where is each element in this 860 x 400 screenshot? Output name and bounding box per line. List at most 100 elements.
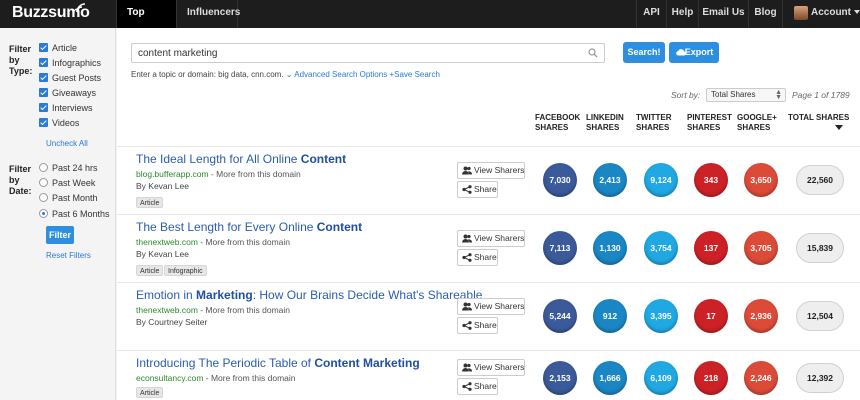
- col-line: PINTEREST: [687, 113, 732, 122]
- cloud-icon: [676, 49, 686, 56]
- share-button[interactable]: Share: [457, 317, 498, 334]
- result-title-link[interactable]: The Ideal Length for All Online Content: [136, 152, 346, 166]
- col-pinterest-shares[interactable]: PINTEREST SHARES: [687, 113, 732, 133]
- by-prefix: By: [136, 317, 149, 327]
- col-linkedin-shares[interactable]: LINKEDIN SHARES: [586, 113, 624, 133]
- twitter-shares-badge: 6,109: [644, 361, 678, 395]
- date-radio-6months[interactable]: Past 6 Months: [39, 208, 110, 220]
- search-icon[interactable]: [588, 48, 598, 58]
- option-label: Giveaways: [52, 88, 97, 98]
- uncheck-all-link[interactable]: Uncheck All: [46, 139, 88, 148]
- view-sharers-button[interactable]: View Sharers: [457, 230, 526, 247]
- advanced-label: Advanced Search Options: [294, 70, 388, 79]
- author-name[interactable]: Courtney Seiter: [148, 317, 207, 327]
- filter-by-type-label: Filter by Type:: [9, 44, 32, 77]
- radio-selected-icon: [39, 209, 48, 218]
- view-sharers-button[interactable]: View Sharers: [457, 298, 526, 315]
- share-button[interactable]: Share: [457, 249, 498, 266]
- users-icon: [462, 302, 472, 311]
- hint-text: Enter a topic or domain: big data, cnn.c…: [131, 70, 284, 79]
- nav-help[interactable]: Help: [666, 0, 698, 28]
- content-type-tag: Article: [136, 197, 164, 208]
- sort-desc-icon[interactable]: [835, 125, 843, 130]
- type-checkbox-article[interactable]: Article: [39, 42, 77, 54]
- nav-blog[interactable]: Blog: [748, 0, 782, 28]
- advanced-search-link[interactable]: ⌄ Advanced Search Options: [286, 70, 387, 79]
- buzzsumo-logo[interactable]: Buzzsumo: [12, 3, 90, 22]
- domain-link[interactable]: econsultancy.com: [136, 373, 203, 383]
- reset-filters-link[interactable]: Reset Filters: [46, 251, 91, 260]
- type-checkbox-giveaways[interactable]: Giveaways: [39, 87, 97, 99]
- share-button[interactable]: Share: [457, 378, 498, 395]
- date-radio-week[interactable]: Past Week: [39, 177, 96, 189]
- share-icon: [462, 382, 472, 391]
- label-line: by: [9, 55, 20, 65]
- search-box[interactable]: [131, 43, 605, 63]
- type-checkbox-infographics[interactable]: Infographics: [39, 57, 102, 69]
- result-domain: thenextweb.com - More from this domain: [136, 305, 290, 315]
- nav-api[interactable]: API: [636, 0, 666, 28]
- search-input[interactable]: [138, 46, 578, 60]
- chevron-down-icon: [854, 10, 860, 14]
- export-button[interactable]: Export: [669, 42, 719, 63]
- title-highlight: Marketing: [196, 288, 253, 302]
- view-sharers-button[interactable]: View Sharers: [457, 162, 526, 179]
- checkbox-checked-icon: [39, 43, 48, 52]
- total-shares-badge: 15,839: [796, 233, 844, 263]
- result-title-link[interactable]: Introducing The Periodic Table of Conten…: [136, 356, 420, 370]
- view-sharers-button[interactable]: View Sharers: [457, 359, 526, 376]
- more-from-domain-link[interactable]: - More from this domain: [209, 169, 301, 179]
- table-row: The Ideal Length for All Online Content …: [117, 146, 860, 214]
- domain-link[interactable]: blog.bufferapp.com: [136, 169, 209, 179]
- filter-sidebar: Filter by Type: Article Infographics Gue…: [0, 28, 116, 400]
- label-line: Date:: [9, 186, 32, 196]
- type-checkbox-interviews[interactable]: Interviews: [39, 102, 93, 114]
- sort-select[interactable]: Total Shares ▲ ▼: [706, 88, 786, 102]
- users-icon: [462, 363, 472, 372]
- date-radio-24hrs[interactable]: Past 24 hrs: [39, 162, 98, 174]
- option-label: Past Week: [52, 178, 96, 188]
- save-search-link[interactable]: +Save Search: [389, 70, 439, 79]
- linkedin-shares-badge: 2,413: [593, 163, 627, 197]
- type-checkbox-videos[interactable]: Videos: [39, 117, 79, 129]
- tab-top-content[interactable]: Top Content: [116, 0, 176, 44]
- col-facebook-shares[interactable]: FACEBOOK SHARES: [535, 113, 580, 133]
- domain-link[interactable]: thenextweb.com: [136, 305, 198, 315]
- tab-influencers[interactable]: Influencers: [176, 0, 240, 28]
- domain-link[interactable]: thenextweb.com: [136, 237, 198, 247]
- result-title-link[interactable]: The Best Length for Every Online Content: [136, 220, 362, 234]
- more-from-domain-link[interactable]: - More from this domain: [198, 305, 290, 315]
- share-button[interactable]: Share: [457, 181, 498, 198]
- facebook-shares-badge: 2,153: [543, 361, 577, 395]
- result-domain: blog.bufferapp.com - More from this doma…: [136, 169, 301, 179]
- type-checkbox-guest-posts[interactable]: Guest Posts: [39, 72, 101, 84]
- result-title-link[interactable]: Emotion in Marketing: How Our Brains Dec…: [136, 288, 482, 302]
- chevron-down-icon: ⌄: [285, 70, 293, 79]
- col-google-shares[interactable]: GOOGLE+ SHARES: [737, 113, 777, 133]
- button-label: View Sharers: [474, 362, 525, 372]
- col-twitter-shares[interactable]: TWITTER SHARES: [636, 113, 672, 133]
- filter-button[interactable]: Filter: [46, 226, 74, 244]
- date-radio-month[interactable]: Past Month: [39, 192, 98, 204]
- twitter-shares-badge: 3,395: [644, 299, 678, 333]
- option-label: Infographics: [52, 58, 102, 68]
- button-label: View Sharers: [474, 165, 525, 175]
- author-name[interactable]: Kevan Lee: [148, 181, 189, 191]
- content-type-tag: Infographic: [164, 265, 207, 276]
- more-from-domain-link[interactable]: - More from this domain: [203, 373, 296, 383]
- more-from-domain-link[interactable]: - More from this domain: [198, 237, 290, 247]
- button-label: Share: [474, 252, 497, 262]
- search-button[interactable]: Search!: [623, 42, 665, 63]
- total-shares-badge: 22,560: [796, 165, 844, 195]
- share-icon: [462, 185, 472, 194]
- title-highlight: Content Marketing: [314, 356, 420, 370]
- avatar[interactable]: [794, 6, 808, 20]
- radio-icon: [39, 163, 48, 172]
- title-highlight: Content: [316, 220, 363, 234]
- main-content: Search! Export Enter a topic or domain: …: [117, 28, 860, 400]
- col-total-shares[interactable]: TOTAL SHARES: [788, 113, 849, 123]
- author-name[interactable]: Kevan Lee: [148, 249, 189, 259]
- table-row: The Best Length for Every Online Content…: [117, 214, 860, 282]
- nav-email-us[interactable]: Email Us: [698, 0, 748, 28]
- radio-icon: [39, 178, 48, 187]
